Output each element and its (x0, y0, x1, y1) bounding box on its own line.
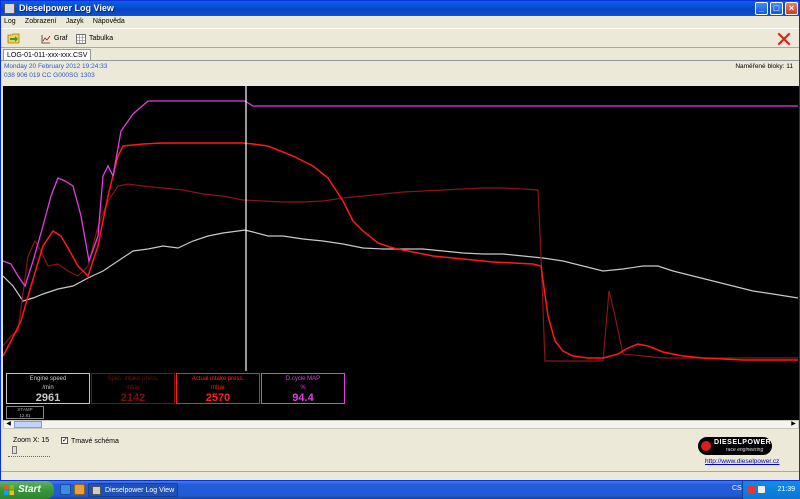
tray-alert-icon[interactable] (748, 486, 755, 493)
gauge-duty-cycle-map: D.cycle MAP % 94.4 (261, 373, 345, 404)
ecu-info: 038 906 019 CC G000SG 1303 (4, 72, 95, 79)
menu-help[interactable]: Nápověda (93, 16, 125, 27)
gauge-name: Spec. intake press. (107, 376, 159, 382)
graph-canvas (3, 86, 799, 371)
title-bar[interactable]: Dieselpower Log View _ □ × (1, 1, 799, 16)
clock: 21:39 (777, 486, 795, 493)
gauge-spec-intake-pressure: Spec. intake press. mbar 2142 (91, 373, 175, 404)
file-tabs: LOG-01-011-xxx-xxx.CSV (1, 49, 799, 60)
zoom-label: Zoom X: 15 (13, 437, 50, 444)
ie-quicklaunch-icon[interactable] (60, 484, 71, 495)
start-button[interactable]: Start (0, 481, 54, 499)
exit-icon[interactable] (777, 32, 791, 46)
taskbar: Start Dieselpower Log View CS 21:39 (0, 481, 800, 499)
actual-pressure-trace (3, 142, 798, 361)
gauge-engine-speed: Engine speed /min 2961 (6, 373, 90, 404)
tray-network-icon[interactable] (758, 486, 765, 493)
toolbar: Graf Tabulka (1, 28, 799, 48)
dark-scheme-checkbox[interactable]: Tmavé schéma (61, 436, 119, 445)
open-folder-icon[interactable] (7, 32, 21, 44)
table-label: Tabulka (89, 35, 114, 42)
log-info: Monday 20 February 2012 19:24:33 038 906… (1, 60, 799, 84)
app-icon (4, 3, 15, 14)
checkbox-check-icon[interactable] (61, 436, 68, 444)
start-label: Start (18, 484, 41, 495)
windows-flag-icon (4, 485, 14, 495)
minimize-button[interactable]: _ (755, 2, 768, 15)
log-date: Monday 20 February 2012 19:24:33 (4, 63, 108, 70)
bottom-panel: Zoom X: 15 Tmavé schéma DIESELPOWER race… (1, 431, 799, 471)
gauge-value: 2570 (205, 392, 231, 404)
gauge-actual-intake-pressure: Actual intake press. mbar 2570 (176, 373, 260, 404)
gauge-value: 94.4 (292, 392, 314, 404)
table-button[interactable]: Tabulka (76, 32, 113, 46)
gauge-name: Engine speed (29, 376, 67, 382)
gauge-value: 2142 (120, 392, 146, 404)
gauge-unit: /min (42, 385, 54, 391)
language-indicator[interactable]: CS (732, 485, 742, 492)
scroll-thumb[interactable] (14, 421, 42, 428)
zoom-slider-thumb[interactable] (12, 446, 17, 454)
app-window: Dieselpower Log View _ □ × Log Zobrazení… (0, 0, 800, 481)
menu-language[interactable]: Jazyk (66, 16, 84, 27)
gauge-unit: % (300, 385, 306, 391)
measured-blocks: Naměřené bloky: 11 (735, 63, 793, 70)
stamp-line2: 12.81 (19, 412, 31, 418)
dieselpower-logo: DIESELPOWER race engineering (698, 437, 772, 455)
tab-log-file[interactable]: LOG-01-011-xxx-xxx.CSV (3, 49, 92, 60)
logo-brand: DIESELPOWER (714, 439, 772, 446)
horizontal-scrollbar[interactable]: ◀ ▶ (3, 420, 799, 429)
taskbar-app-button[interactable]: Dieselpower Log View (88, 483, 178, 497)
gauge-unit: mbar (126, 385, 140, 391)
menu-bar: Log Zobrazení Jazyk Nápověda (1, 16, 799, 27)
website-link[interactable]: http://www.dieselpower.cz (705, 458, 779, 465)
dark-scheme-label: Tmavé schéma (71, 438, 119, 445)
engine-speed-trace (3, 229, 799, 302)
logo-mark-icon (701, 441, 711, 451)
log-graph[interactable]: Engine speed /min 2961 Spec. intake pres… (3, 86, 799, 420)
gauge-unit: mbar (211, 385, 225, 391)
scroll-left-arrow-icon[interactable]: ◀ (4, 421, 13, 428)
scroll-right-arrow-icon[interactable]: ▶ (789, 421, 798, 428)
menu-view[interactable]: Zobrazení (25, 16, 57, 27)
status-bar (1, 471, 799, 480)
logo-tagline: race engineering (726, 447, 764, 453)
menu-log[interactable]: Log (4, 16, 16, 27)
graph-button[interactable]: Graf (41, 32, 68, 46)
table-icon (76, 34, 86, 44)
app-small-icon (92, 486, 101, 495)
window-title: Dieselpower Log View (19, 3, 114, 13)
stamp-box: STAMP 12.81 (6, 406, 44, 419)
taskbar-app-label: Dieselpower Log View (105, 487, 175, 494)
maximize-button[interactable]: □ (770, 2, 783, 15)
graph-icon (41, 35, 51, 44)
system-tray: 21:39 (742, 481, 800, 499)
gauge-name: D.cycle MAP (285, 376, 321, 382)
gauge-value: 2961 (35, 392, 61, 404)
gauge-name: Actual intake press. (191, 376, 245, 382)
media-quicklaunch-icon[interactable] (74, 484, 85, 495)
graph-label: Graf (54, 35, 68, 42)
close-button[interactable]: × (785, 2, 798, 15)
